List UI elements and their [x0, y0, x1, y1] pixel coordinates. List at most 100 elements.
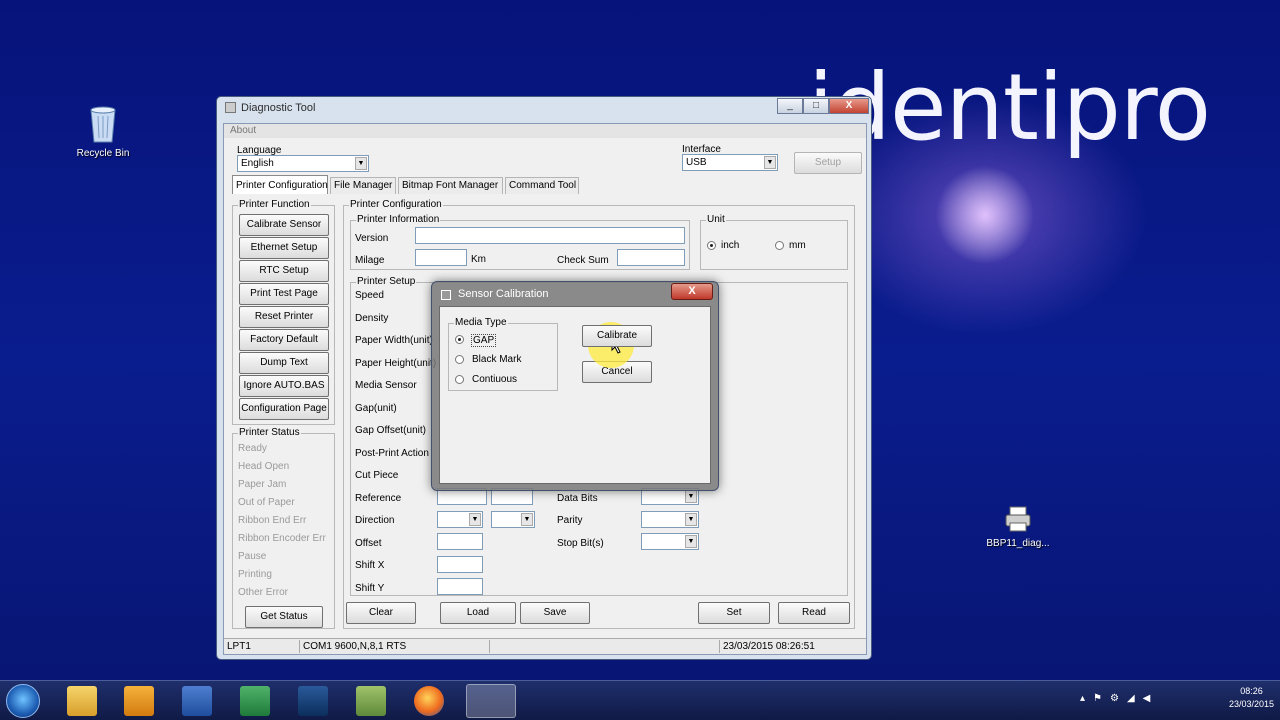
outlook-icon[interactable] [124, 686, 154, 716]
load-button[interactable]: Load [440, 602, 516, 624]
media-gap-radio[interactable] [455, 335, 464, 344]
milage-field[interactable] [415, 249, 467, 266]
chevron-down-icon[interactable]: ▼ [764, 156, 776, 169]
printer-status-group: Printer Status Ready Head Open Paper Jam… [232, 427, 335, 629]
tab-printer-configuration[interactable]: Printer Configuration [232, 175, 328, 194]
chevron-down-icon[interactable]: ▼ [685, 535, 697, 548]
calibrate-button[interactable]: Calibrate [582, 325, 652, 347]
check-sum-label: Check Sum [557, 255, 609, 266]
media-type-title: Media Type [454, 317, 508, 328]
app-icon [225, 102, 236, 113]
unit-mm-radio[interactable] [775, 241, 784, 250]
paper-width-label: Paper Width(unit) [355, 335, 433, 346]
version-label: Version [355, 233, 389, 244]
speed-label: Speed [355, 290, 384, 301]
language-value: English [241, 158, 274, 169]
paper-height-label: Paper Height(unit) [355, 358, 437, 369]
maximize-button[interactable]: □ [803, 98, 829, 114]
ethernet-setup-button[interactable]: Ethernet Setup [239, 237, 329, 259]
word-icon[interactable] [182, 686, 212, 716]
unit-inch-label: inch [721, 240, 740, 251]
unit-title: Unit [706, 214, 726, 225]
printer-setup-title: Printer Setup [356, 276, 417, 287]
shift-x-field[interactable] [437, 556, 483, 573]
recycle-bin-icon[interactable]: Recycle Bin [63, 104, 143, 159]
media-black-mark-radio[interactable] [455, 355, 464, 364]
explorer-icon[interactable] [67, 686, 97, 716]
window-titlebar[interactable]: Diagnostic Tool _ □ X [217, 97, 871, 119]
bbp11-diag-file-icon[interactable]: BBP11_diag... [978, 504, 1058, 549]
direction-select[interactable]: ▼ [437, 511, 483, 528]
read-button[interactable]: Read [778, 602, 850, 624]
firefox-icon[interactable] [414, 686, 444, 716]
print-test-page-button[interactable]: Print Test Page [239, 283, 329, 305]
photoshop-icon[interactable] [298, 686, 328, 716]
recycle-bin-glyph [86, 104, 120, 144]
tab-bitmap-font-manager[interactable]: Bitmap Font Manager [398, 177, 503, 194]
calibrate-sensor-button[interactable]: Calibrate Sensor [239, 214, 329, 236]
rtc-setup-button[interactable]: RTC Setup [239, 260, 329, 282]
status-ready: Ready [238, 443, 267, 454]
configuration-page-button[interactable]: Configuration Page [239, 398, 329, 420]
chevron-down-icon[interactable]: ▼ [469, 513, 481, 526]
tab-file-manager[interactable]: File Manager [330, 177, 396, 194]
language-select[interactable]: English ▼ [237, 155, 369, 172]
status-com: COM1 9600,N,8,1 RTS [300, 640, 490, 653]
printer-function-title: Printer Function [238, 199, 311, 210]
factory-default-button[interactable]: Factory Default [239, 329, 329, 351]
status-bar: LPT1 COM1 9600,N,8,1 RTS 23/03/2015 08:2… [224, 638, 866, 654]
save-button[interactable]: Save [520, 602, 590, 624]
media-sensor-label: Media Sensor [355, 380, 417, 391]
dump-text-button[interactable]: Dump Text [239, 352, 329, 374]
ignore-autobas-button[interactable]: Ignore AUTO.BAS [239, 375, 329, 397]
setup-button[interactable]: Setup [794, 152, 862, 174]
dialog-close-button[interactable]: X [671, 283, 713, 300]
get-status-button[interactable]: Get Status [245, 606, 323, 628]
printer-information-group: Printer Information Version Milage Km Ch… [350, 214, 690, 270]
clear-button[interactable]: Clear [346, 602, 416, 624]
density-label: Density [355, 313, 389, 324]
direction-label: Direction [355, 515, 395, 526]
interface-select[interactable]: USB ▼ [682, 154, 778, 171]
offset-field[interactable] [437, 533, 483, 550]
unit-mm-label: mm [789, 240, 806, 251]
unit-inch-radio[interactable] [707, 241, 716, 250]
stop-bits-select[interactable]: ▼ [641, 533, 699, 550]
printer-information-title: Printer Information [356, 214, 441, 225]
tray-icons[interactable]: ▴⚑⚙◢◀ [1080, 693, 1158, 704]
window-title: Diagnostic Tool [241, 102, 316, 114]
status-paper-jam: Paper Jam [238, 479, 287, 490]
status-head-open: Head Open [238, 461, 290, 472]
media-type-group: Media Type GAP Black Mark Contiuous [448, 317, 558, 391]
chevron-down-icon[interactable]: ▼ [355, 157, 367, 170]
close-button[interactable]: X [829, 98, 869, 114]
messenger-icon[interactable] [356, 686, 386, 716]
media-gap-label: GAP [471, 334, 497, 347]
chevron-down-icon[interactable]: ▼ [685, 513, 697, 526]
minimize-button[interactable]: _ [777, 98, 803, 114]
stop-bits-label: Stop Bit(s) [557, 538, 604, 549]
dialog-title: Sensor Calibration [458, 288, 549, 300]
reset-printer-button[interactable]: Reset Printer [239, 306, 329, 328]
start-button[interactable] [6, 684, 40, 718]
set-button[interactable]: Set [698, 602, 770, 624]
check-sum-field[interactable] [617, 249, 685, 266]
menu-about[interactable]: About [230, 125, 256, 136]
shift-y-field[interactable] [437, 578, 483, 595]
chevron-down-icon[interactable]: ▼ [685, 490, 697, 503]
diagnostic-tool-taskbar-button[interactable] [466, 684, 516, 718]
post-print-action-label: Post-Print Action [355, 448, 429, 459]
unit-group: Unit inch mm [700, 214, 848, 270]
parity-select[interactable]: ▼ [641, 511, 699, 528]
clock[interactable]: 08:26 23/03/2015 [1229, 685, 1274, 711]
version-field[interactable] [415, 227, 685, 244]
excel-icon[interactable] [240, 686, 270, 716]
printer-status-title: Printer Status [238, 427, 301, 438]
mirror-select[interactable]: ▼ [491, 511, 535, 528]
clock-time: 08:26 [1240, 686, 1263, 696]
status-port: LPT1 [224, 640, 300, 653]
chevron-down-icon[interactable]: ▼ [521, 513, 533, 526]
media-continuous-radio[interactable] [455, 375, 464, 384]
reference-label: Reference [355, 493, 402, 504]
tab-command-tool[interactable]: Command Tool [505, 177, 579, 194]
